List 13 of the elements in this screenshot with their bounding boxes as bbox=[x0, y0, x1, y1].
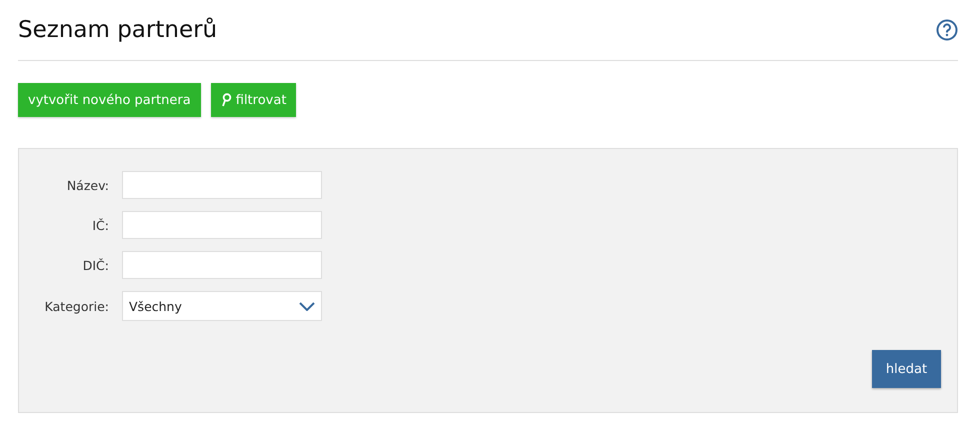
input-field[interactable] bbox=[122, 251, 322, 279]
search-button[interactable]: hledat bbox=[872, 350, 941, 388]
field-label: Název: bbox=[66, 178, 109, 192]
field-label: Kategorie: bbox=[44, 298, 109, 314]
help-icon[interactable] bbox=[936, 19, 958, 41]
search-icon bbox=[220, 93, 232, 107]
input-field[interactable] bbox=[122, 211, 322, 239]
page-title: Seznam partnerů bbox=[18, 17, 218, 43]
input-field[interactable] bbox=[122, 171, 322, 199]
chevron-down-icon bbox=[299, 302, 315, 310]
field-label: IČ: bbox=[91, 218, 109, 232]
field-label: DIČ: bbox=[82, 258, 109, 272]
category-select[interactable]: Všechny bbox=[122, 291, 322, 321]
